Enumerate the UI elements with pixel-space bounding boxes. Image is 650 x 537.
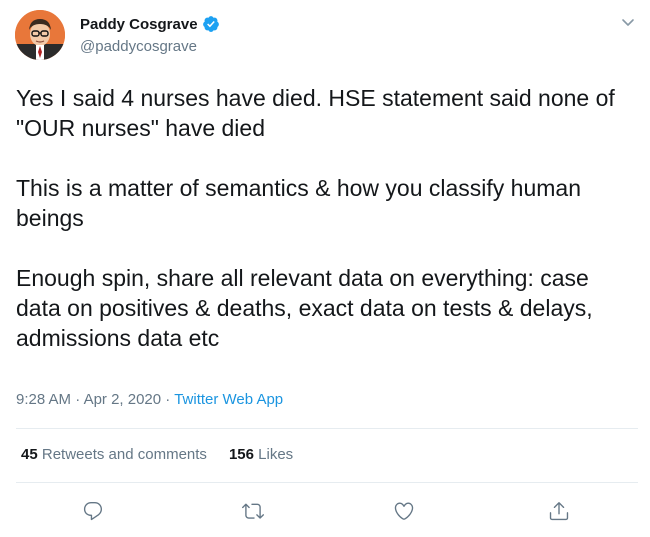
divider	[16, 482, 638, 483]
share-icon[interactable]	[546, 498, 572, 524]
heart-icon[interactable]	[391, 498, 417, 524]
display-name[interactable]: Paddy Cosgrave	[80, 16, 198, 33]
chevron-down-icon[interactable]	[620, 14, 636, 30]
avatar[interactable]	[15, 10, 65, 60]
divider	[16, 428, 638, 429]
retweets-label: Retweets and comments	[41, 446, 207, 463]
likes-stat[interactable]: 156 Likes	[229, 446, 293, 463]
tweet-paragraph: Yes I said 4 nurses have died. HSE state…	[16, 85, 622, 141]
tweet-paragraph: This is a matter of semantics & how you …	[16, 175, 588, 231]
tweet-source-link[interactable]: Twitter Web App	[174, 391, 283, 408]
tweet-meta: 9:28 AM · Apr 2, 2020 · Twitter Web App	[16, 391, 283, 408]
reply-icon[interactable]	[80, 498, 106, 524]
tweet-time[interactable]: 9:28 AM	[16, 391, 71, 408]
retweets-stat[interactable]: 45 Retweets and comments	[21, 446, 207, 463]
tweet-paragraph: Enough spin, share all relevant data on …	[16, 265, 600, 351]
tweet-card: Paddy Cosgrave @paddycosgrave Yes I said…	[0, 0, 650, 537]
user-handle[interactable]: @paddycosgrave	[80, 38, 197, 55]
meta-separator: ·	[75, 391, 81, 408]
retweet-icon[interactable]	[240, 498, 266, 524]
verified-badge-icon	[202, 15, 220, 33]
retweets-count: 45	[21, 446, 38, 463]
meta-separator: ·	[165, 391, 171, 408]
engagement-stats: 45 Retweets and comments 156 Likes	[21, 446, 293, 463]
avatar-image	[15, 10, 65, 60]
likes-count: 156	[228, 446, 254, 463]
tweet-text: Yes I said 4 nurses have died. HSE state…	[16, 83, 636, 353]
tweet-date[interactable]: Apr 2, 2020	[84, 391, 162, 408]
likes-label: Likes	[258, 446, 294, 463]
author-name-row[interactable]: Paddy Cosgrave	[80, 15, 220, 33]
